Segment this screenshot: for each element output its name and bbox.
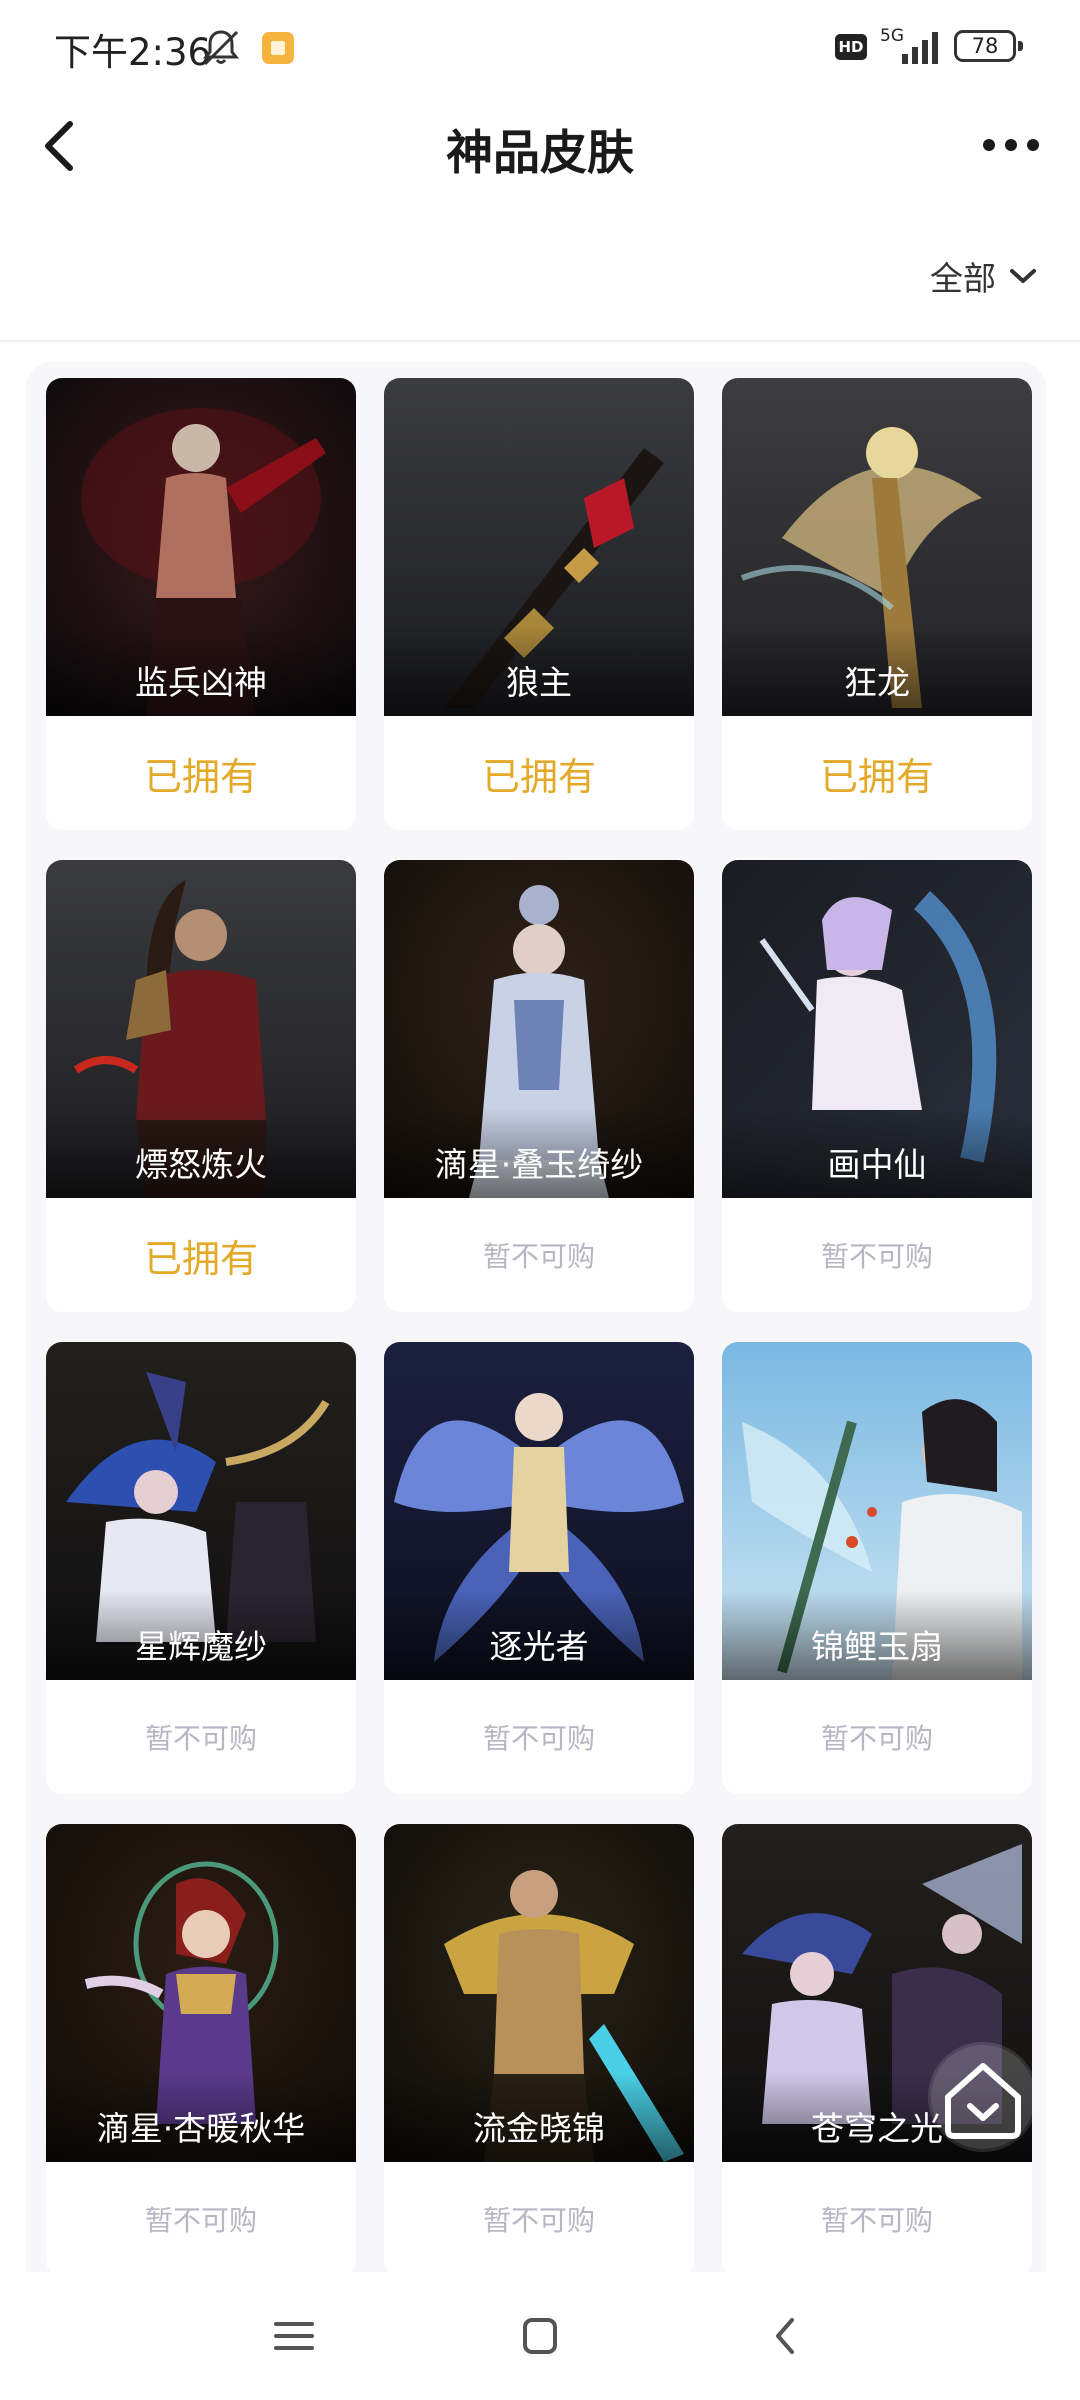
skin-name: 滴星·杏暖秋华 (96, 2109, 306, 2148)
skin-image: 狂龙 (722, 378, 1032, 716)
skin-status: 暂不可购 (482, 1722, 595, 1755)
skin-name: 流金晓锦 (473, 2109, 605, 2148)
skin-image: 监兵凶神 (46, 378, 356, 716)
square-home-icon[interactable] (508, 2304, 572, 2368)
skin-status: 暂不可购 (820, 1722, 933, 1755)
skin-card[interactable]: 监兵凶神 已拥有 (46, 378, 356, 830)
skin-card[interactable]: 流金晓锦 暂不可购 (384, 1824, 694, 2272)
filter-dropdown[interactable]: 全部 (930, 246, 1038, 306)
skin-image: 画中仙 (722, 860, 1032, 1198)
skin-name: 滴星·叠玉绮纱 (434, 1145, 644, 1184)
skin-card[interactable]: 画中仙 暂不可购 (722, 860, 1032, 1312)
skin-status: 暂不可购 (482, 1240, 595, 1273)
skin-image: 流金晓锦 (384, 1824, 694, 2162)
skin-name: 熛怒炼火 (135, 1145, 267, 1184)
battery-icon: 78 (954, 30, 1023, 62)
skin-status: 暂不可购 (144, 2204, 257, 2237)
skin-grid-scroll[interactable]: 监兵凶神 已拥有 狼主 已拥有 狂龙 已拥有 熛怒炼火 已拥有 滴星·叠玉绮纱 … (0, 342, 1080, 2272)
skin-status: 暂不可购 (820, 2204, 933, 2237)
home-icon[interactable] (928, 2042, 1038, 2152)
skin-status: 已拥有 (481, 754, 596, 799)
chevron-down-icon (1010, 269, 1036, 283)
signal-icon (902, 32, 938, 64)
status-bar: 下午2:36 HD 5G 78 (0, 0, 1080, 96)
app-header: 神品皮肤 全部 (0, 96, 1080, 298)
skin-name: 狼主 (506, 663, 572, 702)
skin-image: 滴星·叠玉绮纱 (384, 860, 694, 1198)
skin-image: 锦鲤玉扇 (722, 1342, 1032, 1680)
skin-card[interactable]: 熛怒炼火 已拥有 (46, 860, 356, 1312)
skin-image: 狼主 (384, 378, 694, 716)
skin-name: 监兵凶神 (135, 663, 267, 702)
notification-app-icon (262, 32, 294, 64)
skin-name: 画中仙 (827, 1145, 927, 1184)
skin-status: 已拥有 (143, 1236, 258, 1281)
skin-status: 已拥有 (143, 754, 258, 799)
skin-name: 逐光者 (489, 1627, 589, 1666)
skin-image: 逐光者 (384, 1342, 694, 1680)
skin-image: 熛怒炼火 (46, 860, 356, 1198)
skin-card[interactable]: 狂龙 已拥有 (722, 378, 1032, 830)
skin-card[interactable]: 滴星·杏暖秋华 暂不可购 (46, 1824, 356, 2272)
menu-icon[interactable] (262, 2304, 326, 2368)
skin-name: 锦鲤玉扇 (811, 1627, 943, 1666)
skin-grid: 监兵凶神 已拥有 狼主 已拥有 狂龙 已拥有 熛怒炼火 已拥有 滴星·叠玉绮纱 … (46, 378, 1032, 2272)
skin-card[interactable]: 逐光者 暂不可购 (384, 1342, 694, 1794)
more-options-button[interactable] (976, 120, 1046, 170)
mute-icon (202, 30, 240, 66)
skin-card[interactable]: 锦鲤玉扇 暂不可购 (722, 1342, 1032, 1794)
skin-collection-screen: 下午2:36 HD 5G 78 神品皮肤 全部 监兵凶神 已拥有 狼主 已拥有 … (0, 0, 1080, 2400)
skin-name: 星辉魔纱 (135, 1627, 267, 1666)
back-triangle-icon[interactable] (754, 2304, 818, 2368)
skin-status: 暂不可购 (820, 1240, 933, 1273)
hd-icon: HD (835, 34, 867, 60)
skin-status: 已拥有 (819, 754, 934, 799)
skin-card[interactable]: 星辉魔纱 暂不可购 (46, 1342, 356, 1794)
system-navigation-bar (0, 2272, 1080, 2400)
skin-card[interactable]: 滴星·叠玉绮纱 暂不可购 (384, 860, 694, 1312)
skin-status: 暂不可购 (482, 2204, 595, 2237)
page-title: 神品皮肤 (446, 126, 634, 181)
skin-image: 滴星·杏暖秋华 (46, 1824, 356, 2162)
filter-label: 全部 (930, 259, 996, 298)
skin-status: 暂不可购 (144, 1722, 257, 1755)
status-time: 下午2:36 (54, 31, 212, 74)
skin-image: 星辉魔纱 (46, 1342, 356, 1680)
skin-name: 狂龙 (844, 663, 910, 702)
skin-card[interactable]: 狼主 已拥有 (384, 378, 694, 830)
